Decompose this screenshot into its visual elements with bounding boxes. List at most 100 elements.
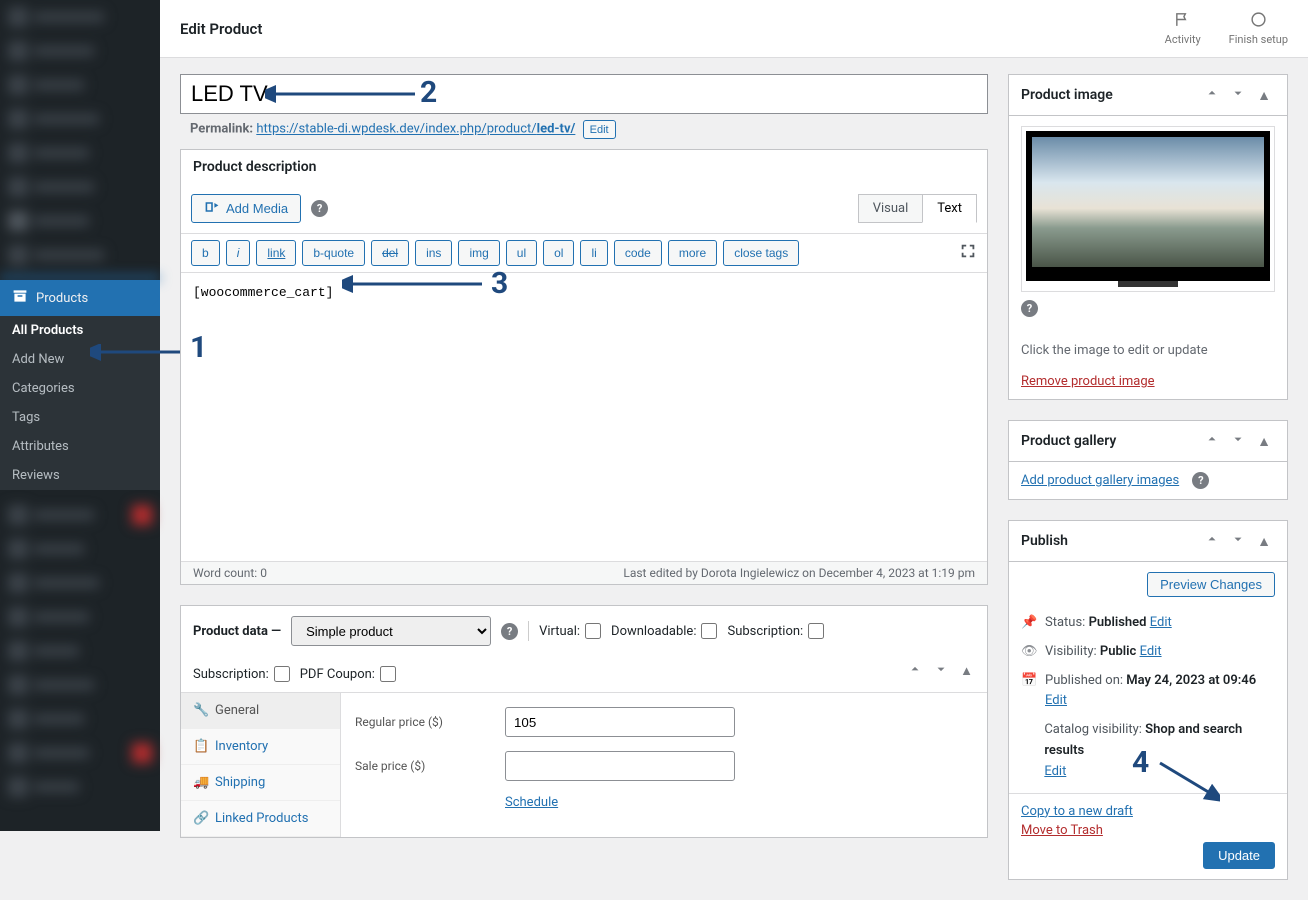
- product-gallery-panel: Product gallery ▲ Add product gallery im…: [1008, 420, 1288, 500]
- description-textarea[interactable]: [woocommerce_cart]: [181, 273, 987, 557]
- chevron-down-icon[interactable]: [930, 660, 952, 682]
- media-icon: [204, 199, 220, 218]
- last-edited: Last edited by Dorota Ingielewicz on Dec…: [623, 566, 975, 580]
- submenu-tags[interactable]: Tags: [0, 403, 160, 432]
- subscription-checkbox[interactable]: [808, 623, 824, 639]
- description-panel: Product description Add Media ? Visual: [180, 149, 988, 585]
- page-title: Edit Product: [180, 20, 262, 38]
- qt-ol[interactable]: ol: [543, 240, 574, 266]
- sale-price-input[interactable]: [505, 751, 735, 781]
- wrench-icon: 🔧: [193, 703, 207, 718]
- pdf-coupon-checkbox[interactable]: [380, 666, 396, 682]
- qt-code[interactable]: code: [614, 240, 662, 266]
- sidebar-blur-top: [0, 0, 160, 280]
- copy-draft-link[interactable]: Copy to a new draft: [1021, 804, 1275, 819]
- annotation-2: 2: [420, 75, 437, 110]
- qt-ul[interactable]: ul: [506, 240, 537, 266]
- tab-text[interactable]: Text: [922, 194, 977, 223]
- product-data-title: Product data —: [193, 624, 281, 639]
- calendar-icon: 📅: [1021, 671, 1037, 692]
- help-icon[interactable]: ?: [1021, 300, 1038, 317]
- qt-b[interactable]: b: [191, 240, 220, 266]
- arrow-3: [342, 275, 487, 295]
- product-type-select[interactable]: Simple product: [291, 616, 491, 646]
- add-media-button[interactable]: Add Media: [191, 194, 301, 223]
- annotation-1: 1: [190, 330, 207, 365]
- arrow-2: [265, 85, 420, 105]
- regular-price-label: Regular price ($): [355, 715, 485, 729]
- preview-changes-button[interactable]: Preview Changes: [1147, 572, 1275, 597]
- annotation-3: 3: [491, 266, 508, 301]
- qt-bquote[interactable]: b-quote: [302, 240, 365, 266]
- qt-li[interactable]: li: [580, 240, 607, 266]
- qt-img[interactable]: img: [458, 240, 499, 266]
- submenu-reviews[interactable]: Reviews: [0, 461, 160, 490]
- menu-item-products[interactable]: Products: [0, 280, 160, 316]
- tab-visual[interactable]: Visual: [858, 194, 924, 223]
- qt-i[interactable]: i: [226, 240, 251, 266]
- update-button[interactable]: Update: [1203, 842, 1275, 869]
- published-edit-link[interactable]: Edit: [1045, 693, 1067, 708]
- visibility-edit-link[interactable]: Edit: [1140, 644, 1162, 659]
- submenu-attributes[interactable]: Attributes: [0, 432, 160, 461]
- remove-product-image-link[interactable]: Remove product image: [1021, 374, 1155, 389]
- regular-price-input[interactable]: [505, 707, 735, 737]
- permalink-label: Permalink:: [190, 122, 253, 137]
- archive-icon: [12, 288, 28, 308]
- fullscreen-icon[interactable]: [959, 242, 977, 264]
- permalink-edit-button[interactable]: Edit: [583, 120, 616, 139]
- quicktags-toolbar: b i link b-quote del ins img ul ol li co…: [181, 233, 987, 273]
- product-image-thumbnail[interactable]: [1021, 126, 1275, 292]
- submenu-categories[interactable]: Categories: [0, 374, 160, 403]
- product-image-hint: Click the image to edit or update: [1021, 343, 1275, 358]
- truck-icon: 🚚: [193, 775, 207, 790]
- schedule-link[interactable]: Schedule: [505, 795, 558, 810]
- pd-tab-linked[interactable]: 🔗Linked Products: [181, 801, 340, 837]
- help-icon[interactable]: ?: [311, 200, 328, 217]
- qt-more[interactable]: more: [668, 240, 717, 266]
- help-icon[interactable]: ?: [1192, 472, 1209, 489]
- chevron-down-icon[interactable]: [1227, 430, 1249, 452]
- triangle-up-icon[interactable]: ▲: [1253, 431, 1275, 452]
- product-image-panel: Product image ▲ ? Click th: [1008, 74, 1288, 400]
- status-edit-link[interactable]: Edit: [1150, 615, 1172, 630]
- pd-tab-inventory[interactable]: 📋Inventory: [181, 729, 340, 765]
- arrow-4: [1155, 758, 1220, 803]
- triangle-up-icon[interactable]: ▲: [1253, 85, 1275, 106]
- chevron-down-icon[interactable]: [1227, 84, 1249, 106]
- submenu-all-products[interactable]: All Products: [0, 316, 160, 345]
- toolbar-activity[interactable]: Activity: [1165, 11, 1201, 46]
- product-data-tabs: 🔧General 📋Inventory 🚚Shipping 🔗Linked Pr…: [181, 693, 341, 837]
- move-to-trash-link[interactable]: Move to Trash: [1021, 823, 1275, 838]
- virtual-checkbox[interactable]: [585, 623, 601, 639]
- qt-ins[interactable]: ins: [415, 240, 452, 266]
- chevron-down-icon[interactable]: [1227, 530, 1249, 552]
- qt-link[interactable]: link: [256, 240, 296, 266]
- chevron-up-icon[interactable]: [1201, 530, 1223, 552]
- admin-sidebar: Products All Products Add New Categories…: [0, 0, 160, 831]
- pin-icon: 📌: [1021, 613, 1037, 634]
- pd-tab-shipping[interactable]: 🚚Shipping: [181, 765, 340, 801]
- subscription2-checkbox[interactable]: [274, 666, 290, 682]
- publish-panel: Publish ▲ Preview Changes 📌Status: Publi…: [1008, 520, 1288, 880]
- sale-price-label: Sale price ($): [355, 759, 485, 773]
- downloadable-checkbox[interactable]: [701, 623, 717, 639]
- eye-icon: 👁: [1021, 642, 1037, 663]
- chevron-up-icon[interactable]: [904, 660, 926, 682]
- products-submenu: All Products Add New Categories Tags Att…: [0, 316, 160, 490]
- add-gallery-images-link[interactable]: Add product gallery images: [1021, 473, 1179, 488]
- qt-close[interactable]: close tags: [723, 240, 799, 266]
- help-icon[interactable]: ?: [501, 623, 518, 640]
- annotation-4: 4: [1132, 745, 1149, 780]
- chevron-up-icon[interactable]: [1201, 430, 1223, 452]
- permalink-link[interactable]: https://stable-di.wpdesk.dev/index.php/p…: [256, 122, 575, 137]
- chevron-up-icon[interactable]: [1201, 84, 1223, 106]
- catalog-edit-link[interactable]: Edit: [1044, 764, 1066, 779]
- product-data-panel: Product data — Simple product ? Virtual:…: [180, 605, 988, 838]
- toolbar-finish-setup[interactable]: Finish setup: [1229, 11, 1288, 46]
- triangle-up-icon[interactable]: ▲: [1253, 531, 1275, 552]
- triangle-up-icon[interactable]: ▲: [956, 661, 977, 681]
- pd-tab-general[interactable]: 🔧General: [181, 693, 340, 729]
- qt-del[interactable]: del: [371, 240, 409, 266]
- word-count: Word count: 0: [193, 566, 267, 580]
